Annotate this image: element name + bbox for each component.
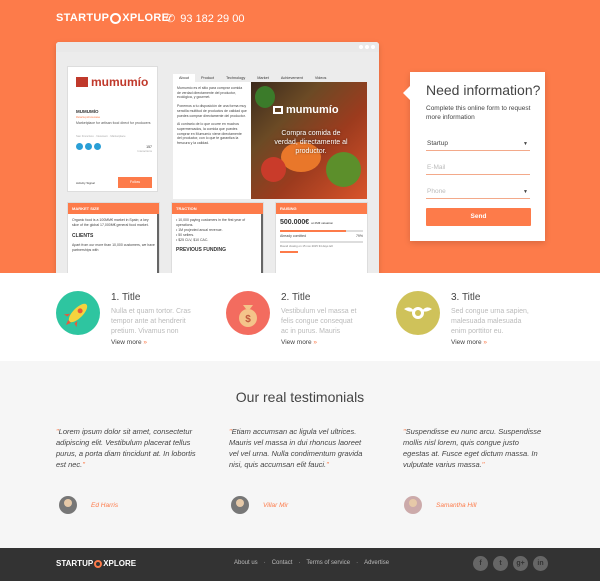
- tab-about[interactable]: About: [173, 74, 195, 82]
- footer-link-advertise[interactable]: Advertise: [364, 560, 389, 566]
- money-bag-icon: $: [226, 291, 270, 335]
- view-more-link[interactable]: View more »: [451, 339, 487, 346]
- raising-card: RAISING 500.000€ at 2M€ valuation Alread…: [275, 202, 368, 274]
- avatar: [59, 496, 77, 514]
- tab-technology[interactable]: Technology: [220, 74, 252, 82]
- footer-logo[interactable]: STARTUP XPLORE: [56, 559, 136, 568]
- logo-circle-icon: [94, 559, 103, 568]
- rocket-icon: [56, 291, 100, 335]
- profile-location: San Francisco · Newtown · Marketplace: [76, 134, 126, 138]
- linkedin-icon[interactable]: in: [533, 556, 548, 571]
- linkedin-icon[interactable]: [94, 143, 101, 150]
- phone-icon: ✆: [166, 13, 176, 25]
- hero-section: STARTUP XPLORE ✆ 93 182 29 00 mumumío MUMU…: [0, 0, 600, 274]
- testimonial-author: Ed Harris: [59, 496, 118, 514]
- traction-item: • 10,000 paying customers in the first y…: [176, 218, 246, 227]
- profile-tag[interactable]: #startupshowcase: [76, 115, 100, 119]
- logo-circle-icon: [110, 12, 122, 24]
- email-field[interactable]: E-Mail: [426, 160, 530, 175]
- market-size-card: MARKET SIZE Organic food is a 100MM€ mar…: [67, 202, 160, 274]
- form-description: Complete this online form to request mor…: [426, 105, 531, 122]
- raise-progress-bar: [280, 229, 363, 232]
- chevron-right-icon: »: [313, 339, 318, 346]
- testimonial-author: Villar Mir: [231, 496, 288, 514]
- profile-logo: mumumío: [76, 75, 148, 89]
- facebook-icon[interactable]: [76, 143, 83, 150]
- brand-mark-icon: [76, 77, 88, 87]
- footer-social: f t g+ in: [473, 556, 548, 571]
- browser-mockup: mumumío MUMUMÍO #startupshowcase Marketp…: [56, 42, 379, 274]
- view-more-link[interactable]: View more »: [111, 339, 147, 346]
- about-panel: Mumumío es el sitio para comprar comida …: [173, 82, 251, 199]
- follow-button[interactable]: Follow: [118, 177, 152, 188]
- footer: STARTUP XPLORE About us · Contact · Terms o…: [0, 548, 600, 581]
- footer-link-contact[interactable]: Contact: [272, 560, 293, 566]
- profile-count: 157 Interactions: [137, 145, 152, 153]
- profile-card: mumumío MUMUMÍO #startupshowcase Marketp…: [67, 66, 158, 192]
- phone-number[interactable]: ✆ 93 182 29 00: [166, 12, 249, 25]
- features-section: 1. Title Nulla et quam tortor. Cras temp…: [0, 273, 600, 361]
- footer-link-about[interactable]: About us: [234, 560, 258, 566]
- form-title: Need information?: [426, 82, 541, 98]
- startup-select[interactable]: Startup ▼: [426, 136, 530, 151]
- testimonial-quote: "Lorem ipsum dolor sit amet, consectetur…: [56, 427, 196, 469]
- tab-product[interactable]: Product: [194, 74, 221, 82]
- browser-bar: [56, 42, 379, 52]
- avatar: [404, 496, 422, 514]
- info-request-form: Need information? Complete this online f…: [403, 72, 545, 241]
- testimonials-heading: Our real testimonials: [235, 389, 365, 405]
- google-plus-icon[interactable]: g+: [513, 556, 528, 571]
- site-logo[interactable]: STARTUP XPLORE: [56, 12, 169, 24]
- chevron-right-icon: »: [143, 339, 148, 346]
- chevron-down-icon: ▼: [523, 141, 528, 147]
- phone-select[interactable]: Phone ▼: [426, 184, 530, 199]
- traction-item: • $25 CLV, $10 CAC.: [176, 237, 209, 242]
- activity-signal: Activity Signal: [76, 181, 95, 185]
- image-tagline: Compra comida de verdad, directamente al…: [274, 130, 348, 155]
- view-more-link[interactable]: View more »: [281, 339, 317, 346]
- chevron-right-icon: »: [483, 339, 488, 346]
- twitter-icon[interactable]: [85, 143, 92, 150]
- logo-text-right: XPLORE: [122, 12, 170, 24]
- chevron-down-icon: ▼: [523, 189, 528, 195]
- twitter-icon[interactable]: t: [493, 556, 508, 571]
- tab-achievement[interactable]: Achievement: [274, 74, 309, 82]
- avatar: [231, 496, 249, 514]
- tab-market[interactable]: Market: [251, 74, 275, 82]
- send-button[interactable]: Send: [426, 208, 531, 226]
- startup-profile-screen: mumumío MUMUMÍO #startupshowcase Marketp…: [56, 52, 379, 274]
- phone-text: 93 182 29 00: [180, 13, 245, 25]
- image-logo: mumumío: [273, 104, 339, 116]
- scrollbar[interactable]: [261, 214, 263, 273]
- testimonial-author: Samantha Hill: [404, 496, 476, 514]
- raise-progress-fill: [280, 229, 346, 232]
- profile-social: [76, 143, 101, 150]
- profile-tabs: About Product Technology Market Achievem…: [173, 74, 333, 82]
- testimonial-quote: "Etiam accumsan ac ligula vel ultrices. …: [229, 427, 363, 469]
- window-dot-icon: [359, 45, 363, 49]
- brand-mark-icon: [273, 106, 283, 114]
- profile-name: MUMUMÍO: [76, 109, 99, 114]
- logo-text-left: STARTUP: [56, 12, 110, 24]
- testimonials-section: Our real testimonials "Lorem ipsum dolor…: [0, 361, 600, 548]
- profile-description: Marketplace for artisan food direct for …: [76, 121, 151, 125]
- testimonial-quote: "Suspendisse eu nunc arcu. Suspendisse m…: [403, 427, 542, 469]
- winged-badge-icon: [396, 291, 440, 335]
- tab-videos[interactable]: Videos: [308, 74, 333, 82]
- svg-text:$: $: [245, 314, 251, 325]
- facebook-icon[interactable]: f: [473, 556, 488, 571]
- footer-nav: About us · Contact · Terms of service · Adv…: [234, 560, 390, 566]
- window-dot-icon: [365, 45, 369, 49]
- window-dot-icon: [371, 45, 375, 49]
- footer-link-terms[interactable]: Terms of service: [306, 560, 350, 566]
- scrollbar[interactable]: [157, 214, 159, 273]
- traction-card: TRACTION • 10,000 paying customers in th…: [171, 202, 264, 274]
- product-hero-image: mumumío Compra comida de verdad, directa…: [251, 82, 367, 199]
